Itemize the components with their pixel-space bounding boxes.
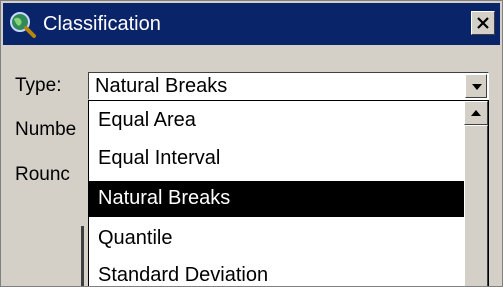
dropdown-option-equal-interval[interactable]: Equal Interval — [89, 141, 464, 177]
dropdown-option-label: Standard Deviation — [98, 264, 269, 286]
scroll-thumb[interactable] — [464, 125, 488, 286]
dropdown-option-label: Equal Area — [98, 109, 196, 131]
type-label: Type: — [15, 75, 62, 96]
dropdown-option-label: Quantile — [98, 227, 173, 249]
dropdown-option-standard-deviation[interactable]: Standard Deviation — [89, 258, 464, 286]
chevron-down-icon — [472, 84, 482, 90]
type-select-value: Natural Breaks — [95, 75, 228, 97]
dropdown-option-equal-area[interactable]: Equal Area — [89, 103, 464, 139]
dropdown-option-quantile[interactable]: Quantile — [89, 221, 464, 257]
dropdown-scrollbar[interactable] — [464, 101, 488, 286]
number-label: Numbe — [15, 119, 77, 140]
type-select[interactable]: Natural Breaks — [88, 72, 489, 100]
obscured-control-edge — [81, 226, 84, 286]
close-button[interactable] — [471, 11, 495, 35]
type-select-dropdown-button[interactable] — [465, 74, 487, 98]
close-icon — [477, 17, 489, 29]
dropdown-option-label: Natural Breaks — [98, 187, 231, 209]
title-bar[interactable]: Classification — [3, 3, 500, 45]
classification-dialog: Classification Type: Natural Breaks Numb… — [0, 0, 503, 287]
dropdown-option-label: Equal Interval — [98, 147, 221, 169]
scroll-up-arrow-icon — [471, 110, 481, 116]
globe-magnifier-icon — [10, 12, 36, 38]
round-label: Rounc — [15, 164, 70, 185]
window-title: Classification — [43, 13, 161, 35]
scroll-up-button[interactable] — [464, 101, 488, 125]
dropdown-option-natural-breaks[interactable]: Natural Breaks — [89, 181, 464, 217]
type-dropdown-list[interactable]: Equal Area Equal Interval Natural Breaks… — [88, 100, 489, 286]
